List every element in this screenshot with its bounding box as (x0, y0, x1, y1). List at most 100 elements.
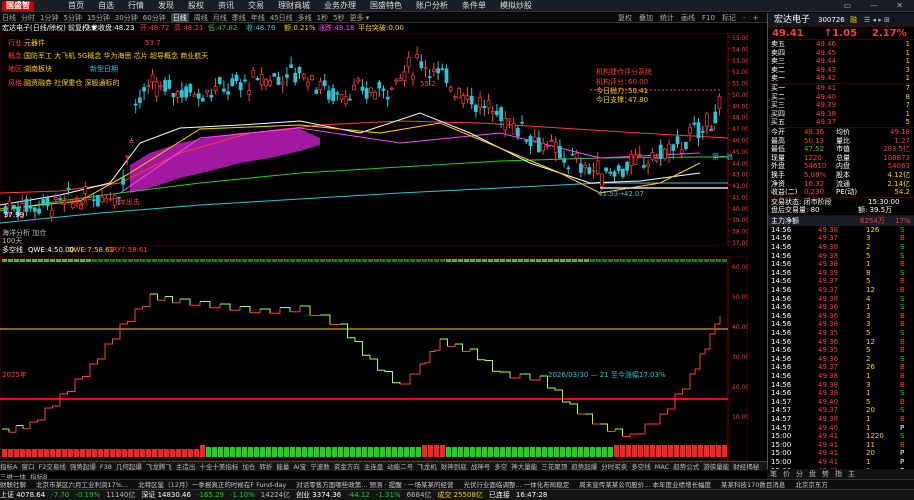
timeframe-tab[interactable]: 更多 ▾ (350, 13, 370, 23)
toolbar-button[interactable]: + (752, 13, 758, 23)
timeframe-tab[interactable]: 45日线 (270, 13, 293, 23)
menu-item[interactable]: 条件单 (462, 0, 486, 12)
toolbar-button[interactable]: 叠加 (639, 13, 653, 23)
indicator-tab[interactable]: 飞龙机 (417, 463, 437, 471)
orderbook-row[interactable]: 卖一 49.42 1 (768, 74, 914, 83)
panel-tab[interactable]: 盘 (806, 469, 819, 479)
news-item[interactable]: 对话零售方面哪些政策... 预测 · 提醒 · 一场某某的经营 (296, 481, 453, 489)
orderbook-row[interactable]: 买三 49.39 7 (768, 101, 914, 110)
indicator-name[interactable]: 多空线 (2, 246, 23, 255)
timeframe-tab[interactable]: 1秒 (317, 13, 328, 23)
indicator-tab[interactable]: 动能二号 (387, 463, 413, 471)
news-item[interactable]: 光伏行业面临调整... 一体化布局稳定 (463, 481, 569, 489)
tick-list[interactable]: 14:56 49.38 126 S 14:56 49.37 3 B 14:56 49.38 2 S 14… (768, 226, 914, 475)
menu-item[interactable]: 资讯 (218, 0, 234, 12)
menu-item[interactable]: 理财商城 (278, 0, 310, 12)
timeframe-tab[interactable]: 60分钟 (143, 13, 166, 23)
panel-tab[interactable]: 笔 (767, 469, 780, 479)
toolbar-button[interactable]: 画线 (681, 13, 695, 23)
news-item[interactable]: 北京市某区六月工业利润17%... (36, 481, 128, 489)
menu-item[interactable]: 模拟炒股 (500, 0, 532, 12)
menu-item[interactable]: 股权 (188, 0, 204, 12)
indicator-tab[interactable]: MAC (655, 463, 669, 471)
indicator-tab[interactable]: 十全十美指标 (199, 463, 238, 471)
news-item[interactable]: 北特区鉴（12月）一季报真正的时候在F Fund-day (138, 481, 286, 489)
menu-item[interactable]: 发现 (158, 0, 174, 12)
indicator-tab[interactable]: 转折 (259, 463, 272, 471)
timeframe-tab[interactable]: 1分钟 (40, 13, 58, 23)
timeframe-tab[interactable]: 周线 (194, 13, 208, 23)
menu-item[interactable]: 自选 (98, 0, 114, 12)
menu-item[interactable]: 账户分析 (416, 0, 448, 12)
timeframe-tab[interactable]: 多线 (298, 13, 312, 23)
toolbar-button[interactable]: F10 (702, 13, 715, 23)
panel-tab[interactable]: 分 (793, 469, 806, 479)
indicator-tab[interactable]: 指标A (0, 463, 17, 471)
indicator-tab[interactable]: 强势起爆 (70, 463, 96, 471)
indicator-tab[interactable]: 能量 (276, 463, 289, 471)
menu-item[interactable]: 首页 (68, 0, 84, 12)
toolbar-button[interactable]: 复权 (618, 13, 632, 23)
orderbook-row[interactable]: 卖二 49.43 3 (768, 66, 914, 75)
news-item[interactable]: 财联社聊 (0, 481, 26, 489)
panel-tab[interactable]: 主 (845, 469, 858, 479)
indicator-svg[interactable]: 60.00 50.00 40.00 30.00 20.00 10.00 (0, 255, 749, 462)
timeframe-tab[interactable]: 日线 (2, 13, 16, 23)
timeframe-tab[interactable]: 日线 (170, 13, 189, 23)
indicator-tab[interactable]: F2交易线 (38, 463, 65, 471)
orderbook-row[interactable]: 买二 49.40 8 (768, 93, 914, 102)
quote-menu-icon[interactable]: ☰ ◂ ▸ ⊞ (864, 13, 890, 27)
panel-tab[interactable]: 势 (819, 469, 832, 479)
stock-title[interactable]: 宏达电子(日线/除权) 前复权 ▼ (2, 24, 97, 33)
indicator-tab[interactable]: 游侠量能 (703, 463, 729, 471)
indicator-tab[interactable]: 趋势公式 (673, 463, 699, 471)
indicator-tab[interactable]: 窗口 (21, 463, 34, 471)
indicator-tab[interactable]: AI宝 (293, 463, 306, 471)
window-controls[interactable]: ▭ — ✕ (844, 0, 911, 12)
fund-flow-bar[interactable]: 主力净额 6254万 17% (768, 215, 914, 226)
indicator-tab[interactable]: 多空线 (631, 463, 651, 471)
indicator-tab[interactable]: 趋势起爆 (571, 463, 597, 471)
panel-tab[interactable]: 指 (832, 469, 845, 479)
indicator-tab[interactable]: 加仓 (242, 463, 255, 471)
news-item[interactable]: 周末宣传某某公司股价... 本年度业绩增长幅度 (579, 481, 711, 489)
panel-tab[interactable]: 价 (780, 469, 793, 479)
timeframe-tab[interactable]: 5秒 (333, 13, 344, 23)
timeframe-tab[interactable]: 5分钟 (63, 13, 81, 23)
menu-item[interactable]: 业务办理 (324, 0, 356, 12)
indicator-tab[interactable]: 多空 (494, 463, 507, 471)
timeframe-tab[interactable]: 30分钟 (115, 13, 138, 23)
indicator-tab[interactable]: 几何起爆 (116, 463, 142, 471)
timeframe-tab[interactable]: 季线 (232, 13, 246, 23)
orderbook-row[interactable]: 买四 49.38 1 (768, 110, 914, 119)
orderbook-row[interactable]: 卖五 49.46 1 (768, 40, 914, 49)
news-ticker[interactable]: 财联社聊 北京市某区六月工业利润17%... 北特区鉴（12月）一季报真正的时候在F… (0, 479, 914, 489)
indicator-tab[interactable]: 资金方向 (334, 463, 360, 471)
indicator-tab[interactable]: 财神到底 (441, 463, 467, 471)
indicator-tab[interactable]: 神大量能 (511, 463, 537, 471)
timeframe-tab[interactable]: 分时 (21, 13, 35, 23)
timeframe-tab[interactable]: 年线 (251, 13, 265, 23)
menu-item[interactable]: 交易 (248, 0, 264, 12)
orderbook-row[interactable]: 卖四 49.45 1 (768, 49, 914, 58)
timeframe-tab[interactable]: 月线 (213, 13, 227, 23)
indicator-tab[interactable]: 主连盘 (364, 463, 384, 471)
news-item[interactable]: 某某科技170数目消息 (721, 481, 785, 489)
indicator-tab[interactable]: 主造出 (176, 463, 196, 471)
indicator-tab[interactable]: 飞龙腾飞 (146, 463, 172, 471)
menu-item[interactable]: 国盛特色 (370, 0, 402, 12)
kline-chart[interactable]: 55.00 54.00 53.00 52.00 51.00 50.00 49.00 48.00… (0, 32, 749, 247)
toolbar-button[interactable]: 统计 (660, 13, 674, 23)
indicator-tab[interactable]: 财经揭秘 (733, 463, 759, 471)
toolbar-button[interactable]: 标记 (722, 13, 736, 23)
orderbook-row[interactable]: 买一 49.41 7 (768, 84, 914, 93)
indicator-chart[interactable]: 60.00 50.00 40.00 30.00 20.00 10.00 2025年 202… (0, 255, 749, 462)
news-item[interactable]: 北京京东方 (795, 481, 828, 489)
indicator-tab[interactable]: 战神号 (471, 463, 491, 471)
toolbar-button[interactable]: - (743, 13, 746, 23)
indicator-tab[interactable]: 三花聚顶 (541, 463, 567, 471)
indicator-tab[interactable]: 宁波数 (310, 463, 330, 471)
orderbook-row[interactable]: 卖三 49.44 1 (768, 57, 914, 66)
indicator-tab[interactable]: 分时买卖 (601, 463, 627, 471)
menu-item[interactable]: 行情 (128, 0, 144, 12)
